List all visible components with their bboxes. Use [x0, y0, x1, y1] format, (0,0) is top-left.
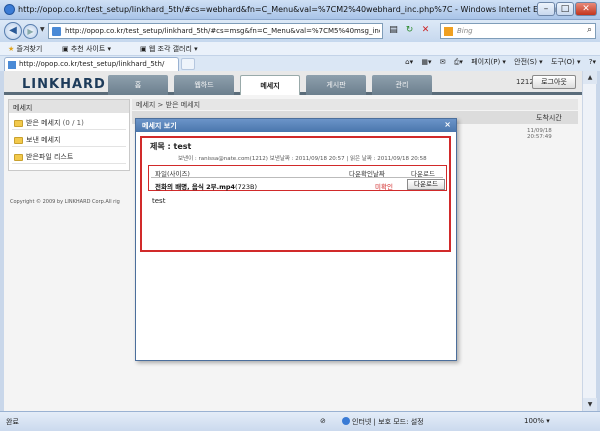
zoom-control[interactable]: 100% ▾: [524, 417, 550, 425]
close-window-button[interactable]: ✕: [575, 2, 597, 16]
status-bar: 완료 ⊘ 인터넷 | 보호 모드: 설정 100% ▾: [0, 411, 600, 431]
back-button[interactable]: ◀: [4, 22, 22, 40]
compat-view-icon[interactable]: ▤: [386, 23, 401, 37]
folder-icon: [14, 137, 23, 144]
copyright-text: Copyright © 2009 by LINKHARD Corp.All ri…: [10, 199, 120, 205]
print-icon[interactable]: ⎙▾: [454, 58, 463, 66]
table-divider: [151, 177, 443, 178]
ie-logo-icon: [4, 4, 15, 15]
history-dropdown-icon[interactable]: ▼: [40, 26, 45, 33]
sidebar-item-received-files[interactable]: 받은파일 리스트: [12, 150, 126, 164]
minimize-button[interactable]: –: [537, 2, 555, 16]
mail-icon[interactable]: ✉: [440, 58, 446, 66]
globe-icon: [342, 417, 350, 425]
tab-message[interactable]: 메세지: [240, 75, 300, 95]
attachment-name[interactable]: 전화의 배명, 음식 2부.mp4(723B): [155, 181, 257, 191]
attachment-filename: 전화의 배명, 음식 2부.mp4: [155, 183, 236, 191]
address-toolbar: ◀ ▶ ▼ http://opop.co.kr/test_setup/linkh…: [0, 20, 600, 42]
browser-tab-row: http://opop.co.kr/test_setup/linkhard_5t…: [0, 56, 600, 71]
home-icon[interactable]: ⌂▾: [405, 58, 413, 66]
maximize-button[interactable]: □: [556, 2, 574, 16]
page-icon: [52, 27, 61, 36]
tools-menu[interactable]: 도구(O) ▾: [551, 58, 581, 66]
address-url[interactable]: http://opop.co.kr/test_setup/linkhard_5t…: [65, 27, 380, 35]
command-bar: ⌂▾ ▦▾ ✉ ⎙▾ 페이지(P) ▾ 안전(S) ▾ 도구(O) ▾ ?▾: [399, 57, 596, 67]
web-slice-label: 웹 조각 갤러리 ▾: [148, 45, 198, 53]
message-content-box: 제목 : test 보낸이 : ranissa@nate.com(1212) 보…: [140, 136, 451, 252]
address-bar[interactable]: http://opop.co.kr/test_setup/linkhard_5t…: [48, 23, 383, 39]
sidebar-item-sent[interactable]: 보낸 메세지: [12, 133, 126, 147]
safety-menu[interactable]: 안전(S) ▾: [514, 58, 543, 66]
favorites-button[interactable]: ★ 즐겨찾기: [8, 44, 42, 54]
zone-text: 인터넷 | 보호 모드: 설정: [352, 418, 424, 426]
inbox-count: (0 / 1): [62, 119, 84, 127]
dialog-title: 메세지 보기: [142, 122, 177, 130]
dialog-header: 메세지 보기 ×: [136, 119, 456, 132]
folder-icon: [14, 120, 23, 127]
sidebar-item-label: 받은파일 리스트: [26, 153, 74, 161]
web-slice-gallery-link[interactable]: ▣ 웹 조각 갤러리 ▾: [140, 44, 198, 54]
security-zone-icon[interactable]: ⊘: [320, 417, 326, 425]
message-meta: 보낸이 : ranissa@nate.com(1212) 보낸날짜 : 2011…: [178, 156, 427, 162]
attachment-size: (723B): [235, 183, 257, 191]
browser-tab-title: http://opop.co.kr/test_setup/linkhard_5t…: [19, 60, 165, 68]
zone-info: 인터넷 | 보호 모드: 설정: [342, 417, 424, 427]
browser-tab[interactable]: http://opop.co.kr/test_setup/linkhard_5t…: [4, 57, 179, 71]
message-subject: 제목 : test: [150, 142, 192, 151]
linkhard-page: LINKHARD 홈 웹하드 메세지 게시판 관리 1212 로그아웃 메세지 …: [4, 71, 582, 411]
message-body: test: [152, 197, 166, 205]
search-icon[interactable]: ⌕: [587, 25, 592, 35]
window-title: http://opop.co.kr/test_setup/linkhard_5t…: [18, 5, 567, 14]
folder-icon: [14, 154, 23, 161]
logout-button[interactable]: 로그아웃: [532, 75, 576, 89]
tab-page-icon: [8, 61, 16, 69]
dialog-close-button[interactable]: ×: [444, 120, 451, 129]
sidebar-item-inbox[interactable]: 받은 메세지 (0 / 1): [12, 116, 126, 130]
scroll-up-icon[interactable]: ▲: [583, 71, 597, 84]
tab-webhard[interactable]: 웹하드: [174, 75, 234, 95]
address-tools: ▤ ↻ ✕: [386, 23, 436, 39]
breadcrumb: 메세지 > 받은 메세지: [132, 99, 578, 110]
tab-admin[interactable]: 관리: [372, 75, 432, 95]
message-arrival-time: 11/09/18 20:57:49: [527, 128, 552, 140]
sidebar-item-label: 보낸 메세지: [26, 136, 61, 144]
vertical-scrollbar[interactable]: ▲ ▼: [582, 71, 597, 411]
page-menu[interactable]: 페이지(P) ▾: [471, 58, 506, 66]
star-icon: ★: [8, 45, 15, 53]
site-header: LINKHARD 홈 웹하드 메세지 게시판 관리 1212 로그아웃: [4, 71, 582, 95]
tab-board[interactable]: 게시판: [306, 75, 366, 95]
tab-home[interactable]: 홈: [108, 75, 168, 95]
suggested-sites-label: 추천 사이트 ▾: [70, 45, 112, 53]
stop-icon[interactable]: ✕: [418, 23, 433, 37]
new-tab-button[interactable]: [181, 58, 195, 70]
bing-icon: [444, 27, 453, 36]
page-viewport: LINKHARD 홈 웹하드 메세지 게시판 관리 1212 로그아웃 메세지 …: [4, 71, 582, 411]
download-button[interactable]: 다운로드: [407, 179, 445, 190]
attachment-table: 파일(사이즈) 다운확인날짜 다운로드 전화의 배명, 음식 2부.mp4(72…: [148, 165, 447, 191]
scroll-down-icon[interactable]: ▼: [583, 398, 597, 411]
suggested-sites-link[interactable]: ▣ 추천 사이트 ▾: [62, 44, 111, 54]
sidebar-item-label: 받은 메세지: [26, 119, 61, 127]
search-placeholder[interactable]: Bing: [457, 27, 473, 35]
message-sidebar: 메세지 받은 메세지 (0 / 1) 보낸 메세지 받은파일 리스트: [8, 99, 130, 171]
download-status: 미확인: [375, 183, 393, 191]
window-titlebar: http://opop.co.kr/test_setup/linkhard_5t…: [0, 0, 600, 20]
site-logo[interactable]: LINKHARD: [22, 77, 106, 92]
message-view-dialog: 메세지 보기 × 제목 : test 보낸이 : ranissa@nate.co…: [135, 118, 457, 361]
favorites-bar: ★ 즐겨찾기 ▣ 추천 사이트 ▾ ▣ 웹 조각 갤러리 ▾: [0, 42, 600, 56]
sidebar-header: 메세지: [9, 100, 129, 113]
search-box[interactable]: Bing ⌕: [440, 23, 596, 39]
feeds-icon[interactable]: ▦▾: [421, 58, 431, 66]
status-text: 완료: [6, 418, 19, 426]
help-menu[interactable]: ?▾: [589, 58, 596, 66]
forward-button[interactable]: ▶: [23, 24, 38, 39]
favorites-label: 즐겨찾기: [16, 45, 43, 53]
refresh-icon[interactable]: ↻: [402, 23, 417, 37]
arrival-time-header: 도착시간: [536, 114, 562, 122]
